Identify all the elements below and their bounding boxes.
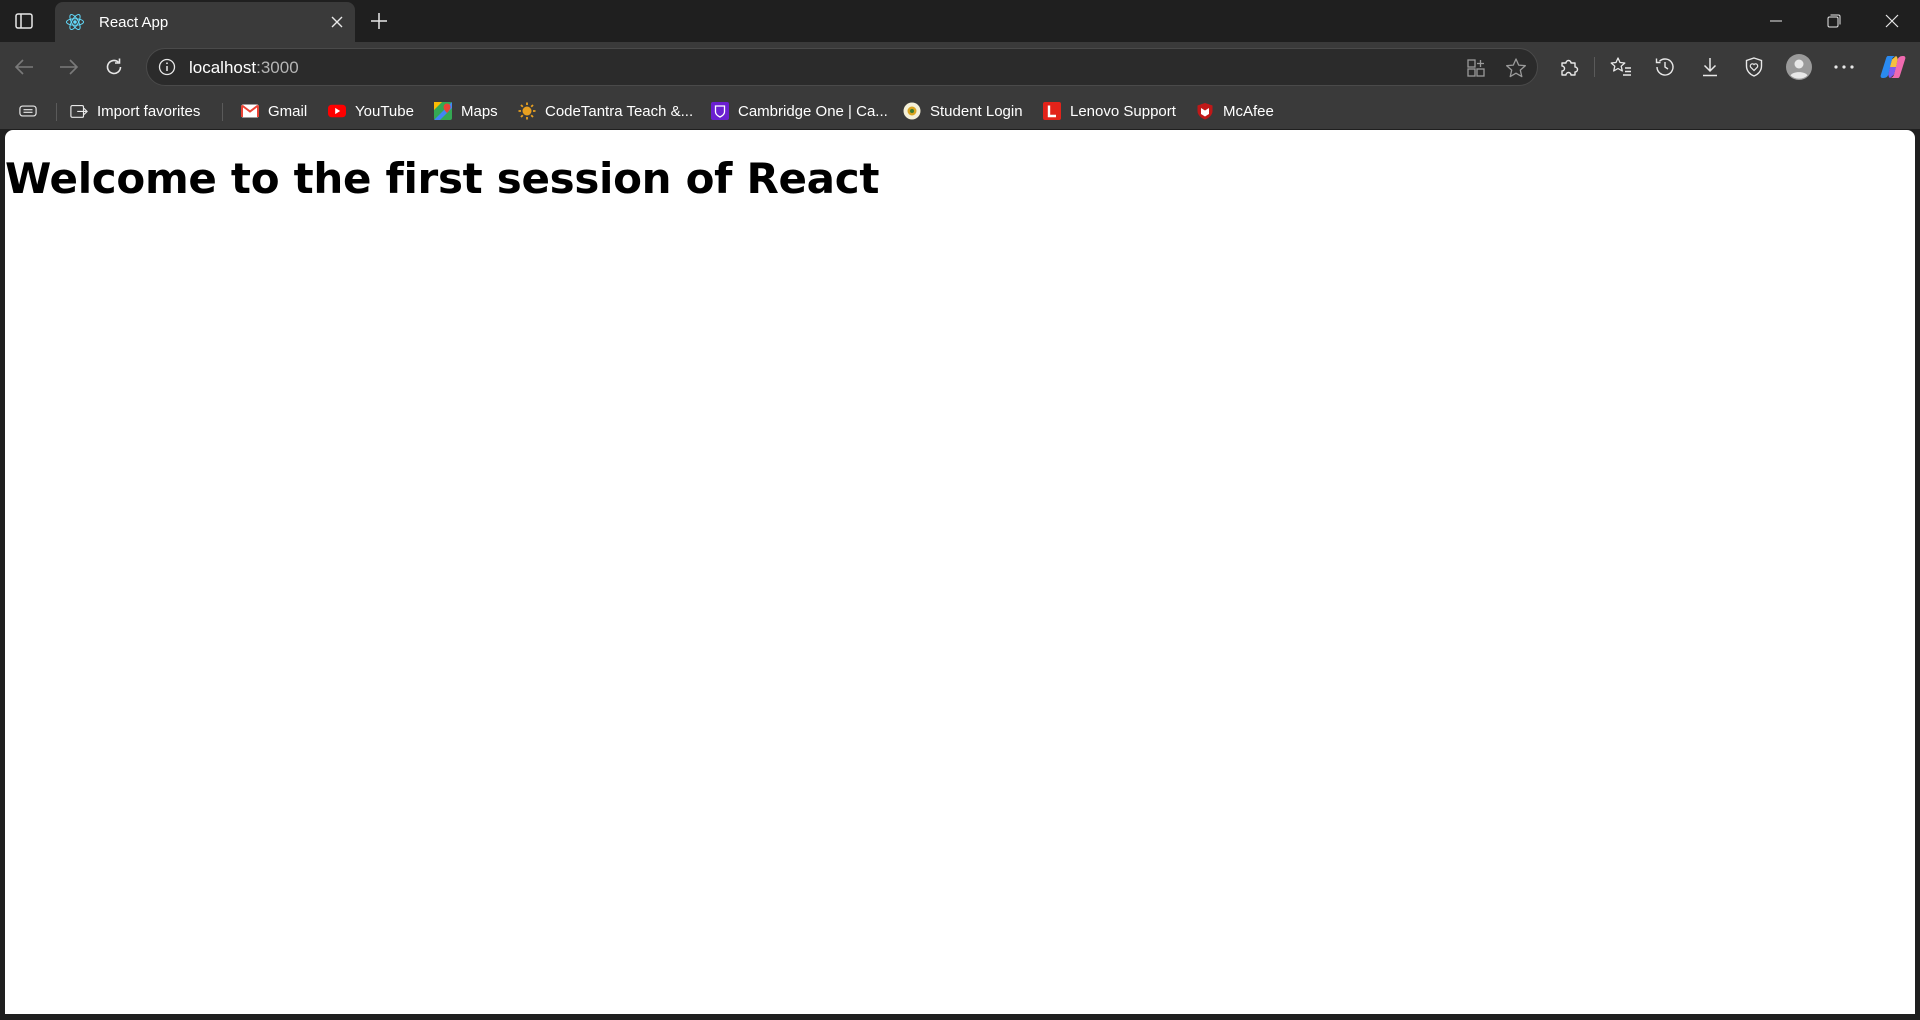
address-bar[interactable]: localhost:3000 [146, 48, 1538, 86]
history-icon [1655, 58, 1674, 76]
bookmark-import-favorites[interactable]: Import favorites [70, 98, 200, 124]
bookmark-label: YouTube [355, 102, 414, 120]
tab-strip: React App [0, 0, 1920, 42]
lenovo-icon [1043, 102, 1061, 120]
bookmark-label: Import favorites [97, 102, 201, 120]
toolbar-separator [1594, 57, 1595, 77]
bookmarks-separator [222, 103, 223, 121]
student-login-icon [903, 102, 921, 120]
bookmark-label: Lenovo Support [1070, 102, 1176, 120]
bookmark-label: Maps [461, 102, 498, 120]
avatar [1786, 54, 1812, 80]
copilot-icon [1880, 56, 1906, 78]
youtube-icon [328, 102, 346, 120]
refresh-icon [106, 58, 122, 75]
page-viewport: Welcome to the first session of React [5, 130, 1915, 1014]
favorites-button[interactable] [1606, 52, 1636, 82]
bookmark-mcafee[interactable]: McAfee [1196, 98, 1274, 124]
close-icon [1885, 14, 1899, 28]
settings-and-more-button[interactable] [1829, 52, 1859, 82]
plus-icon [371, 13, 387, 29]
favorite-star-icon[interactable] [1505, 57, 1527, 79]
url-port: :3000 [256, 58, 299, 77]
hide-sidebar-toggle[interactable] [19, 98, 37, 124]
gmail-icon [241, 102, 259, 120]
bookmark-label: Cambridge One | Ca... [738, 102, 888, 120]
extensions-button[interactable] [1554, 52, 1584, 82]
tab-title: React App [99, 13, 169, 31]
close-window-button[interactable] [1864, 0, 1920, 42]
bookmarks-separator [56, 103, 57, 121]
minimize-button[interactable] [1748, 0, 1804, 42]
bookmark-label: Gmail [268, 102, 308, 120]
bookmark-lenovo-support[interactable]: Lenovo Support [1043, 98, 1176, 124]
sidebar-toggle-icon [19, 102, 37, 120]
downloads-button[interactable] [1695, 52, 1725, 82]
bookmark-maps[interactable]: Maps [434, 98, 498, 124]
restore-button[interactable] [1806, 0, 1862, 42]
bookmark-label: Student Login [930, 102, 1023, 120]
bookmark-youtube[interactable]: YouTube [328, 98, 414, 124]
back-arrow-icon [14, 59, 33, 75]
back-button[interactable] [8, 51, 40, 83]
bookmark-cambridge-one[interactable]: Cambridge One | Ca... [711, 98, 888, 124]
tab-actions-button[interactable] [8, 7, 40, 35]
bookmark-label: McAfee [1223, 102, 1274, 120]
maps-icon [434, 102, 452, 120]
refresh-button[interactable] [98, 51, 130, 83]
restore-icon [1827, 14, 1841, 28]
bookmark-codetantra[interactable]: CodeTantra Teach &... [518, 98, 693, 124]
codetantra-icon [518, 102, 536, 120]
mcafee-icon [1196, 102, 1214, 120]
profile-button[interactable] [1784, 52, 1814, 82]
browser-toolbar: localhost:3000 [0, 42, 1920, 93]
new-tab-button[interactable] [364, 6, 394, 36]
forward-arrow-icon [60, 59, 79, 75]
url-text[interactable]: localhost:3000 [189, 58, 299, 78]
forward-button[interactable] [53, 51, 85, 83]
site-info-icon[interactable] [157, 57, 177, 77]
puzzle-icon [1561, 59, 1579, 76]
heart-shield-icon [1745, 57, 1763, 77]
cambridge-one-icon [711, 102, 729, 120]
react-icon [65, 12, 85, 32]
favorites-list-icon [1610, 57, 1631, 76]
close-tab-icon[interactable] [327, 12, 347, 32]
browser-essentials-button[interactable] [1739, 52, 1769, 82]
app-available-icon[interactable] [1465, 57, 1487, 79]
import-favorites-icon [70, 102, 88, 120]
download-icon [1703, 58, 1717, 77]
minimize-icon [1770, 20, 1782, 22]
page-heading: Welcome to the first session of React [5, 154, 880, 203]
bookmark-gmail[interactable]: Gmail [241, 98, 307, 124]
tab-react-app[interactable]: React App [55, 2, 355, 42]
url-host: localhost [189, 58, 257, 77]
history-button[interactable] [1650, 52, 1680, 82]
bookmark-label: CodeTantra Teach &... [545, 102, 694, 120]
tab-actions-icon [15, 13, 33, 29]
more-dots-icon [1834, 65, 1854, 69]
bookmarks-bar: Import favorites Gmail YouTube Maps Code… [0, 93, 1920, 129]
copilot-button[interactable] [1878, 52, 1908, 82]
bookmark-student-login[interactable]: Student Login [903, 98, 1023, 124]
